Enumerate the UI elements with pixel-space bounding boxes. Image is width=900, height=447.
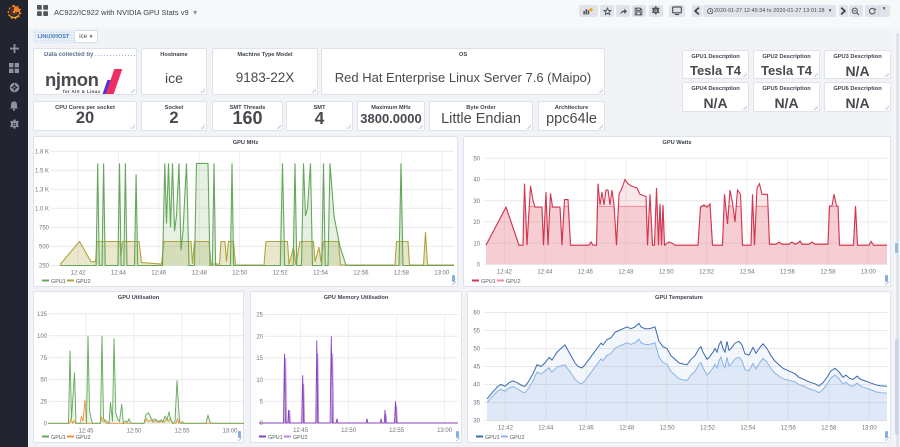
svg-text:GPU1: GPU1 [485,435,500,441]
svg-text:13:00: 13:00 [437,428,453,434]
svg-text:12:56: 12:56 [353,271,369,277]
svg-text:12:52: 12:52 [700,426,716,432]
svg-text:50: 50 [473,347,480,353]
svg-text:75: 75 [40,356,47,362]
svg-text:12:50: 12:50 [659,269,675,275]
svg-text:12:48: 12:48 [192,271,208,277]
svg-text:35: 35 [473,401,480,407]
svg-text:12:42: 12:42 [498,426,514,432]
svg-text:12:48: 12:48 [618,269,634,275]
svg-text:13:00: 13:00 [222,428,238,434]
svg-text:GPU2: GPU2 [510,435,525,441]
svg-text:60: 60 [473,311,480,317]
svg-text:12:45: 12:45 [293,428,309,434]
svg-text:0: 0 [477,263,481,269]
svg-text:12:50: 12:50 [660,426,676,432]
svg-text:12:58: 12:58 [394,271,410,277]
svg-text:1.3 K: 1.3 K [35,188,49,194]
svg-text:GPU2: GPU2 [293,435,308,441]
svg-text:0: 0 [44,422,48,428]
svg-text:12:44: 12:44 [538,426,554,432]
svg-text:55: 55 [473,329,480,335]
svg-text:50: 50 [40,378,47,384]
svg-text:12:56: 12:56 [780,269,796,275]
svg-text:12:46: 12:46 [151,271,167,277]
svg-text:GPU2: GPU2 [76,435,91,441]
svg-text:13:00: 13:00 [861,269,877,275]
svg-text:10: 10 [473,241,480,247]
svg-text:125: 125 [37,312,48,318]
svg-text:750: 750 [39,226,50,232]
svg-text:13:00: 13:00 [862,426,878,432]
svg-text:GPU2: GPU2 [506,279,521,285]
svg-text:25: 25 [40,400,47,406]
svg-text:30: 30 [473,419,480,425]
svg-text:12:46: 12:46 [578,269,594,275]
svg-text:12:56: 12:56 [781,426,797,432]
svg-text:40: 40 [473,178,480,184]
svg-text:12:55: 12:55 [174,428,190,434]
svg-text:1.8 K: 1.8 K [35,149,49,155]
svg-text:50: 50 [473,157,480,163]
svg-text:12:52: 12:52 [273,271,289,277]
svg-text:GPU1: GPU1 [51,435,66,441]
svg-text:12:44: 12:44 [537,269,553,275]
svg-text:40: 40 [473,383,480,389]
svg-text:12:54: 12:54 [313,271,329,277]
svg-text:GPU2: GPU2 [76,279,91,285]
svg-text:12:55: 12:55 [389,428,405,434]
svg-text:12:44: 12:44 [111,271,127,277]
svg-text:20: 20 [256,334,263,340]
svg-text:12:42: 12:42 [497,269,513,275]
svg-text:100: 100 [37,334,48,340]
svg-text:12:52: 12:52 [699,269,715,275]
svg-text:30: 30 [473,199,480,205]
svg-text:12:45: 12:45 [78,428,94,434]
svg-text:15: 15 [256,356,263,362]
svg-text:12:46: 12:46 [579,426,595,432]
svg-text:500: 500 [39,245,50,251]
svg-text:1.0 K: 1.0 K [35,207,49,213]
svg-text:GPU1: GPU1 [51,279,66,285]
svg-text:12:58: 12:58 [821,426,837,432]
svg-text:0: 0 [260,421,264,427]
svg-text:12:50: 12:50 [341,428,357,434]
svg-text:12:50: 12:50 [126,428,142,434]
svg-text:12:58: 12:58 [820,269,836,275]
svg-text:13:00: 13:00 [434,271,450,277]
svg-text:12:48: 12:48 [619,426,635,432]
svg-text:20: 20 [473,220,480,226]
svg-text:5: 5 [260,400,264,406]
svg-text:25: 25 [256,313,263,319]
svg-text:45: 45 [473,365,480,371]
svg-text:GPU1: GPU1 [481,279,496,285]
svg-text:10: 10 [256,378,263,384]
svg-text:12:50: 12:50 [232,271,248,277]
svg-text:1.5 K: 1.5 K [35,168,49,174]
svg-text:250: 250 [39,264,50,270]
svg-text:12:42: 12:42 [70,271,86,277]
svg-text:12:54: 12:54 [739,269,755,275]
svg-text:12:54: 12:54 [740,426,756,432]
svg-text:GPU1: GPU1 [268,435,283,441]
